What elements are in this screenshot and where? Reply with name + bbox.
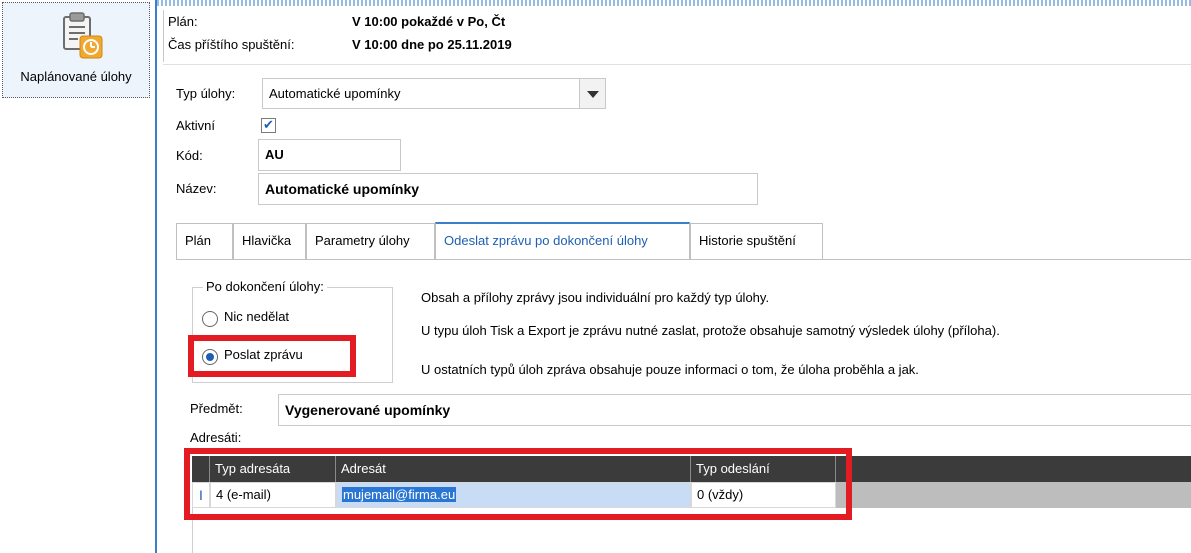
tab-send-message[interactable]: Odeslat zprávu po dokončení úlohy <box>435 222 690 259</box>
code-label: Kód: <box>176 148 203 163</box>
subject-field[interactable]: Vygenerované upomínky <box>278 394 1191 426</box>
name-field[interactable]: Automatické upomínky <box>258 173 758 205</box>
left-navigation: Naplánované úlohy <box>0 0 155 553</box>
header-info <box>163 10 1191 62</box>
tab-header[interactable]: Hlavička <box>233 223 306 259</box>
task-type-label: Typ úlohy: <box>176 86 236 101</box>
info-text-2: U typu úloh Tisk a Export je zprávu nutn… <box>421 323 1000 338</box>
radio-do-nothing[interactable] <box>202 311 218 327</box>
next-run-label: Čas příštího spuštění: <box>168 37 295 52</box>
header-top-border <box>157 0 1191 6</box>
recipients-label: Adresáti: <box>190 430 242 445</box>
active-checkbox[interactable] <box>261 117 276 133</box>
name-label: Název: <box>176 181 217 196</box>
highlight-send-option <box>188 335 356 377</box>
completion-group-label: Po dokončení úlohy: <box>203 279 327 294</box>
chevron-down-icon[interactable] <box>579 79 605 108</box>
plan-value: V 10:00 pokaždé v Po, Čt <box>352 14 506 29</box>
task-type-select[interactable]: Automatické upomínky <box>262 78 606 109</box>
next-run-value: V 10:00 dne po 25.11.2019 <box>352 37 512 52</box>
highlight-recipients-grid <box>184 448 852 520</box>
tab-baseline <box>176 259 1191 260</box>
tab-plan[interactable]: Plán <box>176 223 233 259</box>
tab-task-parameters[interactable]: Parametry úlohy <box>306 223 435 259</box>
nav-item-scheduled-tasks[interactable]: Naplánované úlohy <box>2 2 150 98</box>
info-text-3: U ostatních typů úloh zpráva obsahuje po… <box>421 362 919 377</box>
tab-run-history[interactable]: Historie spuštění <box>690 223 823 259</box>
info-text-1: Obsah a přílohy zprávy jsou individuální… <box>421 290 770 305</box>
subject-label: Předmět: <box>190 401 243 416</box>
active-label: Aktivní <box>176 118 216 133</box>
sidebar-divider <box>155 0 157 553</box>
code-field[interactable]: AU <box>258 139 401 171</box>
radio-do-nothing-label[interactable]: Nic nedělat <box>224 309 289 324</box>
nav-item-label: Naplánované úlohy <box>20 69 132 84</box>
plan-label: Plán: <box>168 14 198 29</box>
header-separator <box>163 64 1191 65</box>
scheduled-task-clock-icon <box>58 11 106 61</box>
